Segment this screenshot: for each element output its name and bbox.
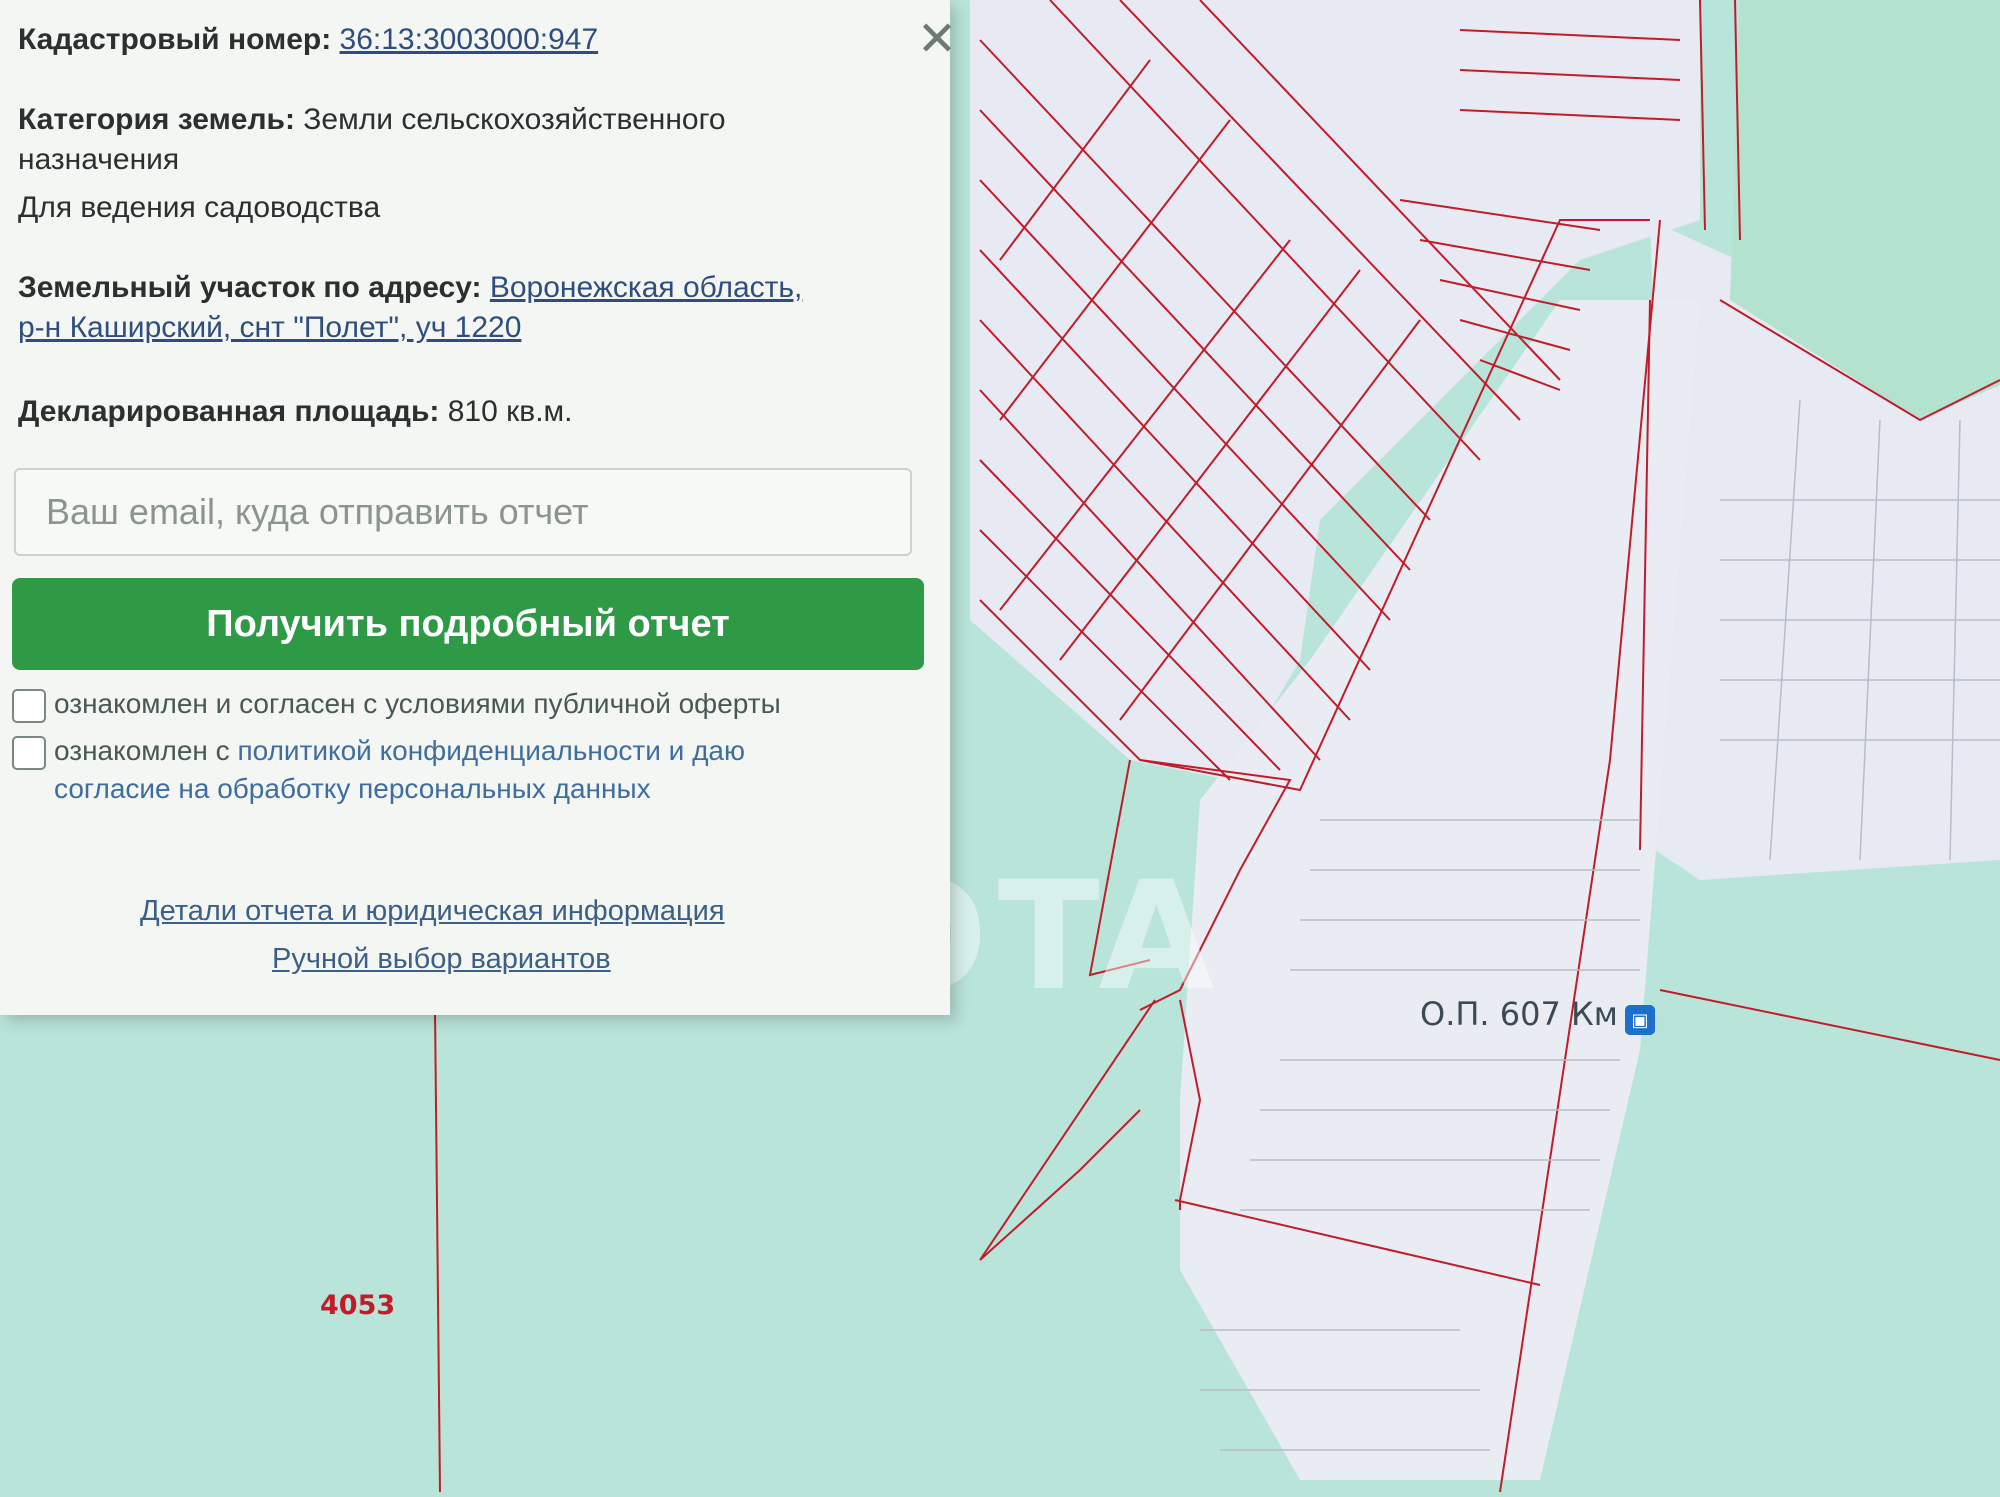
privacy-consent-row: ознакомлен с политикой конфиденциальност… <box>12 732 745 808</box>
cadastral-row: Кадастровый номер: 36:13:3003000:947 <box>18 20 598 60</box>
area-label: Декларированная площадь: <box>18 395 440 428</box>
email-field[interactable] <box>14 468 912 556</box>
area-value: 810 кв.м. <box>447 395 573 428</box>
manual-selection-link[interactable]: Ручной выбор вариантов <box>272 943 611 976</box>
offer-consent-text: ознакомлен и согласен с условиями публич… <box>54 688 781 719</box>
parcel-info-panel: ✕ Кадастровый номер: 36:13:3003000:947 К… <box>0 0 957 1015</box>
address-label: Земельный участок по адресу: <box>18 271 482 304</box>
bus-stop-icon[interactable]: ▣ <box>1625 1005 1655 1035</box>
usage-text: Для ведения садоводства <box>18 191 381 224</box>
privacy-consent-cont[interactable]: согласие на обработку персональных данны… <box>54 773 651 804</box>
get-report-button[interactable]: Получить подробный отчет <box>12 578 924 670</box>
report-details-link[interactable]: Детали отчета и юридическая информация <box>140 895 725 928</box>
address-link[interactable]: Воронежская область, <box>490 271 803 304</box>
category-value: Земли сельскохозяйственного <box>303 103 726 136</box>
bus-stop-label[interactable]: О.П. 607 Км <box>1420 995 1618 1033</box>
cadastral-number-link[interactable]: 36:13:3003000:947 <box>340 23 599 56</box>
category-row: Категория земель: Земли сельскохозяйстве… <box>18 100 726 180</box>
close-icon[interactable]: ✕ <box>915 16 959 64</box>
privacy-checkbox[interactable] <box>12 735 46 770</box>
cadastral-label: Кадастровый номер: <box>18 23 332 56</box>
category-value-cont: назначения <box>18 143 180 176</box>
parcel-number-label[interactable]: 4053 <box>320 1290 395 1321</box>
address-link-cont[interactable]: р-н Каширский, снт "Полет", уч 1220 <box>18 311 521 344</box>
address-row: Земельный участок по адресу: Воронежская… <box>18 268 802 348</box>
offer-consent-row: ознакомлен и согласен с условиями публич… <box>12 685 781 723</box>
privacy-policy-link[interactable]: политикой конфиденциальности и даю <box>237 735 745 766</box>
offer-checkbox[interactable] <box>12 688 46 723</box>
area-row: Декларированная площадь: 810 кв.м. <box>18 392 573 432</box>
category-label: Категория земель: <box>18 103 295 136</box>
privacy-prefix: ознакомлен с <box>54 735 238 766</box>
